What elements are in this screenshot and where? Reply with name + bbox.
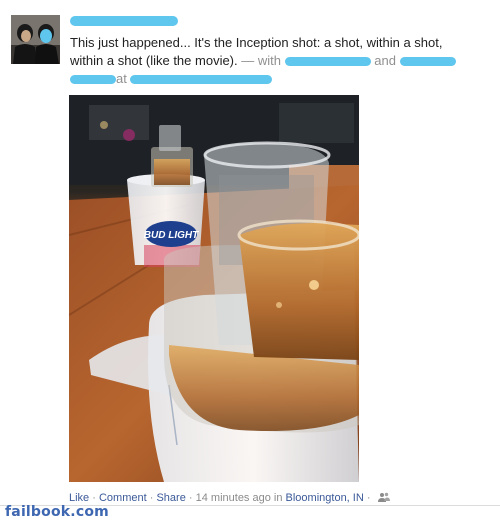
author-name-redacted[interactable] bbox=[70, 16, 178, 26]
friends-privacy-icon[interactable] bbox=[377, 492, 390, 502]
share-link[interactable]: Share bbox=[156, 492, 185, 504]
post-actions-bar: Like · Comment · Share · 14 minutes ago … bbox=[69, 492, 390, 504]
separator: · bbox=[92, 492, 96, 504]
story-line-1: This just happened... It's the Inception… bbox=[70, 35, 443, 50]
post-photo[interactable]: BUD LIGHT bbox=[69, 95, 359, 482]
timestamp-link[interactable]: 14 minutes ago bbox=[196, 492, 271, 504]
with-prefix: — with bbox=[241, 53, 281, 68]
failbook-watermark-bar: failbook.com bbox=[0, 504, 500, 520]
place-name-redacted[interactable] bbox=[130, 75, 273, 85]
separator: · bbox=[149, 492, 154, 504]
bud-light-logo-text: BUD LIGHT bbox=[144, 230, 199, 241]
avatar[interactable] bbox=[11, 15, 60, 64]
comment-link[interactable]: Comment bbox=[99, 492, 147, 504]
tagged-friend-2-redacted[interactable] bbox=[399, 57, 456, 67]
location-link[interactable]: Bloomington, IN bbox=[286, 492, 364, 504]
tagged-friend-1-redacted[interactable] bbox=[284, 57, 371, 67]
post-story-text: This just happened... It's the Inception… bbox=[70, 34, 490, 88]
separator: · bbox=[366, 492, 371, 504]
facebook-post: This just happened... It's the Inception… bbox=[0, 0, 500, 520]
like-link[interactable]: Like bbox=[69, 492, 89, 504]
story-line-2: within a shot (like the movie). bbox=[70, 53, 238, 68]
tagged-friend-2-surname-redacted[interactable] bbox=[70, 75, 116, 85]
separator: · bbox=[188, 492, 193, 504]
avatar-photo bbox=[11, 15, 60, 64]
and-word: and bbox=[374, 53, 396, 68]
in-word: in bbox=[273, 492, 283, 504]
at-word: at bbox=[116, 71, 127, 86]
failbook-watermark: failbook.com bbox=[5, 504, 109, 520]
